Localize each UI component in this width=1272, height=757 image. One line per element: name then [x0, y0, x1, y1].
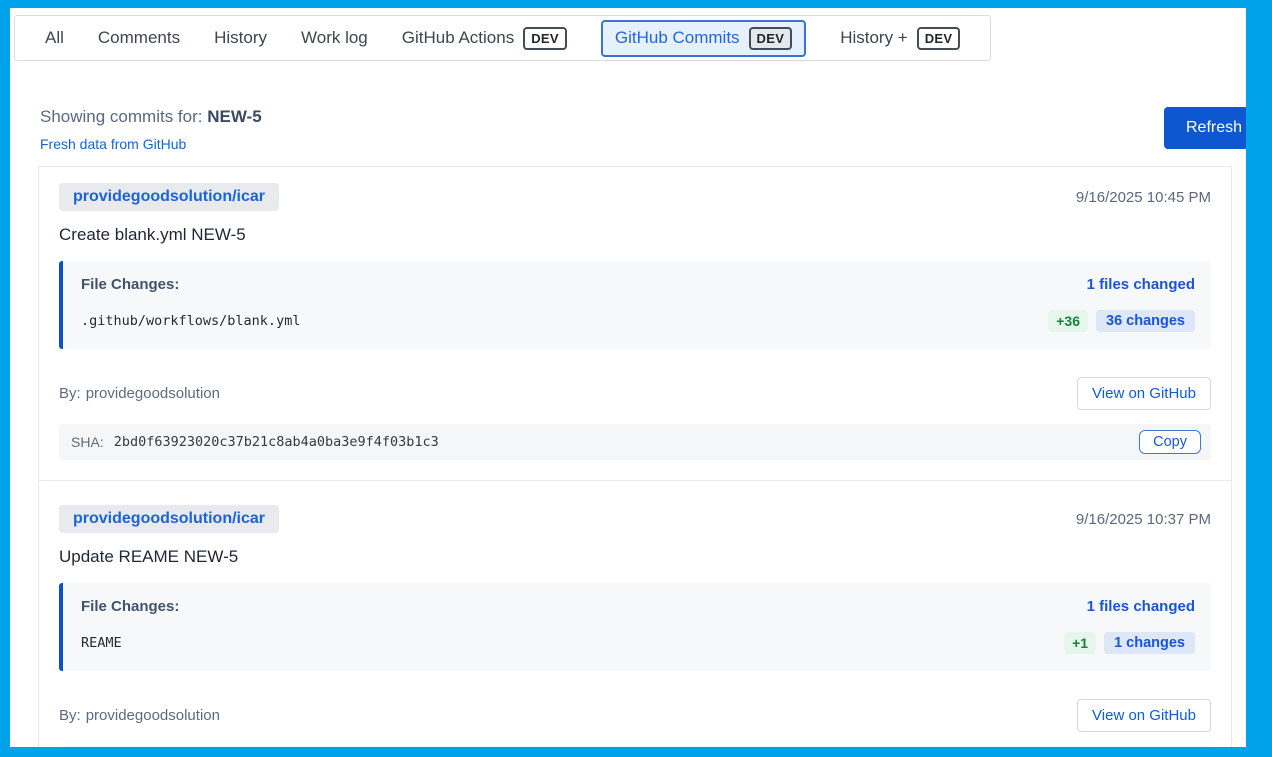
repo-badge[interactable]: providegoodsolution/icar	[59, 183, 280, 211]
sha-value: 2bd0f63923020c37b21c8ab4a0ba3e9f4f03b1c3	[113, 434, 439, 450]
dev-badge: DEV	[916, 26, 961, 50]
author-name: providegoodsolution	[85, 707, 220, 724]
author-row: By: providegoodsolution View on GitHub	[59, 699, 1211, 732]
tab-github-commits[interactable]: GitHub Commits DEV	[600, 19, 807, 57]
tab-label: Comments	[97, 28, 181, 47]
commit-date: 9/16/2025 10:37 PM	[1075, 510, 1211, 528]
page-frame: All Comments History Work log GitHub Act…	[0, 0, 1272, 757]
file-changes-header: File Changes: 1 files changed	[81, 598, 1195, 615]
file-changes-box: File Changes: 1 files changed .github/wo…	[59, 261, 1211, 349]
by-label: By:	[59, 707, 81, 724]
by-label: By:	[59, 385, 81, 402]
sha-row: SHA: Copy	[59, 746, 1211, 757]
showing-commits-line: Showing commits for: NEW-5	[40, 107, 1216, 127]
commit-header: providegoodsolution/icar 9/16/2025 10:45…	[59, 183, 1211, 211]
sha-label: SHA:	[71, 434, 104, 450]
content-header: Showing commits for: NEW-5 Fresh data fr…	[40, 107, 1216, 154]
tab-label: Work log	[301, 28, 368, 47]
file-changes-box: File Changes: 1 files changed REAME +1 1…	[59, 583, 1211, 671]
issue-key: NEW-5	[207, 107, 262, 126]
repo-badge[interactable]: providegoodsolution/icar	[59, 505, 280, 533]
fresh-data-link[interactable]: Fresh data from GitHub	[40, 136, 186, 152]
tab-history-plus[interactable]: History + DEV	[840, 26, 961, 50]
changes-badge: 1 changes	[1104, 632, 1195, 654]
author-text: By: providegoodsolution	[59, 707, 220, 724]
author-text: By: providegoodsolution	[59, 385, 220, 402]
copy-sha-button[interactable]: Copy	[1139, 752, 1201, 757]
changes-badge: 36 changes	[1096, 310, 1195, 332]
files-changed-count: 1 files changed	[1086, 276, 1195, 293]
tab-work-log[interactable]: Work log	[301, 28, 368, 48]
file-row: .github/workflows/blank.yml +36 36 chang…	[81, 310, 1195, 332]
tab-label: All	[45, 28, 64, 47]
file-path: REAME	[81, 635, 122, 651]
tab-label: GitHub Actions	[401, 28, 515, 47]
dev-badge: DEV	[748, 26, 793, 50]
author-name: providegoodsolution	[85, 385, 220, 402]
commit-card: providegoodsolution/icar 9/16/2025 10:37…	[39, 480, 1231, 757]
tab-all[interactable]: All	[45, 28, 64, 48]
sha-row: SHA: 2bd0f63923020c37b21c8ab4a0ba3e9f4f0…	[59, 424, 1211, 460]
commit-header: providegoodsolution/icar 9/16/2025 10:37…	[59, 505, 1211, 533]
view-on-github-button[interactable]: View on GitHub	[1077, 377, 1211, 410]
tab-label: GitHub Commits	[614, 28, 740, 47]
tab-comments[interactable]: Comments	[98, 28, 180, 48]
dev-badge: DEV	[523, 26, 567, 50]
files-changed-count: 1 files changed	[1086, 598, 1195, 615]
commit-message: Create blank.yml NEW-5	[59, 225, 246, 244]
copy-sha-button[interactable]: Copy	[1139, 430, 1201, 454]
file-changes-label: File Changes:	[81, 276, 180, 293]
file-changes-header: File Changes: 1 files changed	[81, 276, 1195, 293]
commit-date: 9/16/2025 10:45 PM	[1075, 188, 1211, 206]
tab-bar: All Comments History Work log GitHub Act…	[14, 15, 992, 61]
commit-message: Update REAME NEW-5	[59, 547, 239, 566]
view-on-github-button[interactable]: View on GitHub	[1077, 699, 1211, 732]
file-row: REAME +1 1 changes	[81, 632, 1195, 654]
tab-label: History	[214, 28, 267, 47]
commit-card: providegoodsolution/icar 9/16/2025 10:45…	[39, 167, 1231, 480]
file-changes-label: File Changes:	[81, 598, 180, 615]
file-path: .github/workflows/blank.yml	[81, 313, 301, 329]
tab-label: History +	[840, 28, 908, 47]
refresh-button[interactable]: Refresh	[1164, 107, 1246, 149]
commits-list: providegoodsolution/icar 9/16/2025 10:45…	[38, 166, 1232, 757]
file-badges: +1 1 changes	[1064, 632, 1195, 654]
author-row: By: providegoodsolution View on GitHub	[59, 377, 1211, 410]
file-badges: +36 36 changes	[1048, 310, 1195, 332]
showing-commits-label: Showing commits for:	[40, 107, 203, 126]
tab-history[interactable]: History	[214, 28, 267, 48]
additions-badge: +1	[1064, 632, 1097, 654]
tab-github-actions[interactable]: GitHub Actions DEV	[401, 26, 567, 50]
additions-badge: +36	[1048, 310, 1088, 332]
